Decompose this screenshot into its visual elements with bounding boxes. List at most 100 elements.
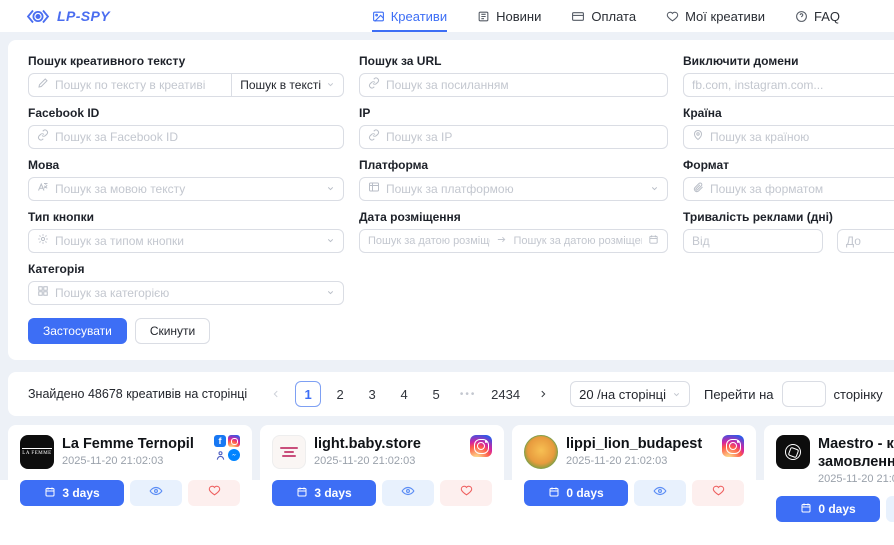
apply-button[interactable]: Застосувати: [28, 318, 127, 344]
creative-card[interactable]: Maestro - кухні, ме замовлення в Ужго 20…: [764, 425, 894, 545]
pagination-page-2[interactable]: 2: [327, 381, 353, 407]
duration-from-input[interactable]: [692, 234, 814, 248]
logo[interactable]: LP-SPY: [26, 0, 110, 32]
pencil-icon: [37, 76, 49, 94]
avatar: [524, 435, 558, 469]
field-label: Країна: [683, 106, 894, 120]
calendar-icon: [548, 486, 560, 501]
calendar-icon: [44, 486, 56, 501]
duration-to-input[interactable]: [846, 234, 894, 248]
card-title[interactable]: lippi_lion_budapest: [566, 435, 714, 453]
nav-label: Новини: [496, 9, 541, 24]
field-label: Пошук за URL: [359, 54, 668, 68]
language-input[interactable]: [55, 182, 320, 196]
language-select[interactable]: [28, 177, 344, 201]
view-button[interactable]: [382, 480, 434, 506]
days-button[interactable]: 3 days: [272, 480, 376, 506]
field-label: Тривалість реклами (дні): [683, 210, 894, 224]
button-type-select[interactable]: [28, 229, 344, 253]
category-input[interactable]: [55, 286, 320, 300]
pagination-page-4[interactable]: 4: [391, 381, 417, 407]
category-select[interactable]: [28, 281, 344, 305]
creative-text-input[interactable]: [55, 78, 223, 92]
card-title[interactable]: La Femme Ternopil: [62, 435, 206, 453]
favorite-button[interactable]: [440, 480, 492, 506]
date-to-input[interactable]: [513, 235, 642, 247]
goto-page-input[interactable]: [782, 381, 826, 407]
nav-item-payment[interactable]: Оплата: [571, 0, 636, 32]
ip-input-wrap: [359, 125, 668, 149]
view-button[interactable]: [130, 480, 182, 506]
creative-card[interactable]: lippi_lion_budapest 2025-11-20 21:02:03 …: [512, 425, 756, 545]
card-title[interactable]: light.baby.store: [314, 435, 462, 453]
instagram-icon: [228, 435, 240, 447]
pagination-prev-button[interactable]: [263, 381, 289, 407]
date-range-picker[interactable]: [359, 229, 668, 253]
favorite-button[interactable]: [188, 480, 240, 506]
format-input-wrap: [683, 177, 894, 201]
view-button[interactable]: [634, 480, 686, 506]
heart-icon: [666, 10, 679, 23]
image-icon: [372, 10, 385, 23]
arrow-right-icon: [496, 232, 507, 250]
app-window-icon: [368, 180, 380, 198]
pagination-page-1[interactable]: 1: [295, 381, 321, 407]
card-date: 2025-11-20 21:02:03: [314, 455, 462, 467]
favorite-button[interactable]: [692, 480, 744, 506]
field-label: Формат: [683, 158, 894, 172]
heart-icon: [208, 484, 221, 502]
pagination-ellipsis[interactable]: •••: [455, 381, 481, 407]
facebook-id-input[interactable]: [55, 130, 335, 144]
reset-button[interactable]: Скинути: [135, 318, 210, 344]
filters-panel: Пошук креативного тексту Пошук в тексті …: [8, 40, 894, 360]
chevron-down-icon: [326, 232, 335, 250]
avatar: [776, 435, 810, 469]
field-placement-date: Дата розміщення: [359, 210, 668, 253]
chevron-down-icon: [326, 78, 335, 92]
creative-card[interactable]: light.baby.store 2025-11-20 21:02:03 3 d…: [260, 425, 504, 545]
field-creative-text: Пошук креативного тексту Пошук в тексті: [28, 54, 344, 97]
pagination-page-5[interactable]: 5: [423, 381, 449, 407]
days-button[interactable]: 3 days: [20, 480, 124, 506]
platform-input[interactable]: [386, 182, 644, 196]
view-button[interactable]: [886, 496, 894, 522]
nav-item-creatives[interactable]: Креативи: [372, 0, 447, 32]
facebook-icon: f: [214, 435, 226, 447]
nav-item-news[interactable]: Новини: [477, 0, 541, 32]
days-button[interactable]: 0 days: [776, 496, 880, 522]
field-platform: Платформа: [359, 158, 668, 201]
logo-text: LP-SPY: [57, 8, 110, 24]
goto-label: Перейти на: [704, 387, 774, 402]
field-ip: IP: [359, 106, 668, 149]
pagination-last-page[interactable]: 2434: [487, 381, 524, 407]
text-search-mode-select[interactable]: Пошук в тексті: [231, 73, 344, 97]
platform-select[interactable]: [359, 177, 668, 201]
exclude-domains-input[interactable]: [692, 78, 894, 92]
field-label: Пошук креативного тексту: [28, 54, 344, 68]
paperclip-icon: [692, 180, 704, 198]
button-type-input[interactable]: [55, 234, 320, 248]
nav-item-faq[interactable]: FAQ: [795, 0, 840, 32]
news-icon: [477, 10, 490, 23]
card-title[interactable]: Maestro - кухні, ме замовлення в Ужго: [818, 435, 894, 471]
results-bar: Знайдено 48678 креативів на сторінці 1 2…: [8, 372, 894, 416]
date-from-input[interactable]: [368, 235, 490, 247]
creative-card[interactable]: LA FEMME La Femme Ternopil 2025-11-20 21…: [8, 425, 252, 545]
text-search-mode-value: Пошук в тексті: [240, 78, 321, 92]
ip-input[interactable]: [386, 130, 659, 144]
eye-icon: [149, 484, 163, 503]
field-url: Пошук за URL: [359, 54, 668, 97]
page-size-select[interactable]: 20 /на сторінці: [570, 381, 690, 407]
country-input[interactable]: [710, 130, 894, 144]
format-input[interactable]: [710, 182, 894, 196]
eye-icon: [401, 484, 415, 503]
days-button[interactable]: 0 days: [524, 480, 628, 506]
pagination-next-button[interactable]: [530, 381, 556, 407]
card-title-line: замовлення в Ужго: [818, 454, 894, 470]
instagram-icon: [470, 435, 492, 457]
url-input[interactable]: [386, 78, 659, 92]
nav-label: Креативи: [391, 9, 447, 24]
pagination-page-3[interactable]: 3: [359, 381, 385, 407]
nav-item-my-creatives[interactable]: Мої креативи: [666, 0, 765, 32]
duration-from-wrap: [683, 229, 823, 253]
